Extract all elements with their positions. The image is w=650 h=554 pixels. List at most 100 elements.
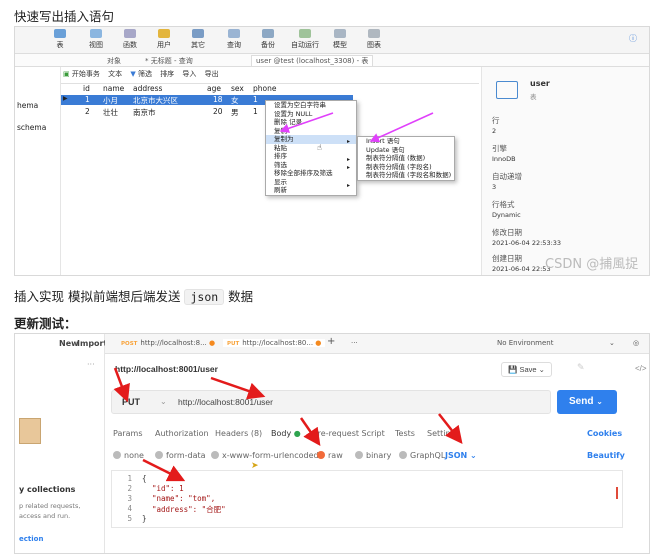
menu-item-tsv-fields[interactable]: 制表符分隔值 (字段名) — [358, 163, 454, 172]
tab-headers[interactable]: Headers (8) — [215, 429, 262, 438]
toolbar-other-button[interactable]: 其它 — [183, 29, 213, 50]
tree-item[interactable]: schema — [17, 123, 46, 132]
menu-item-update-statement[interactable]: Update 语句 — [358, 146, 454, 155]
table-cell[interactable]: 北京市大兴区 — [133, 95, 178, 106]
format-select[interactable]: JSON ⌄ — [445, 451, 477, 460]
toolbar-autorun-button[interactable]: 自动运行 — [287, 29, 323, 50]
chevron-down-icon[interactable]: ⌄ — [160, 397, 167, 406]
tab-user-table[interactable]: user @test (localhost_3308) - 表 — [251, 55, 374, 67]
menu-item-filter[interactable]: 筛选 — [266, 161, 356, 170]
data-grid: id name address age sex phone ▶ 1 小月 北京市… — [61, 83, 479, 275]
table-cell[interactable]: 女 — [231, 95, 239, 106]
tab-objects[interactable]: 对象 — [107, 56, 121, 66]
tab-authorization[interactable]: Authorization — [155, 429, 209, 438]
radio-icon — [113, 451, 121, 459]
toolbar-model-button[interactable]: 模型 — [325, 29, 355, 50]
tree-item[interactable]: hema — [17, 101, 38, 110]
info-icon[interactable]: ⓘ — [629, 33, 637, 44]
table-cell[interactable]: 壮壮 — [103, 107, 118, 118]
add-tab-icon[interactable]: + — [327, 336, 335, 347]
toolbar-view-button[interactable]: 视图 — [81, 29, 111, 50]
text-button[interactable]: 文本 — [108, 70, 122, 78]
filter-icon: ▼ — [130, 70, 136, 78]
url-input[interactable]: http://localhost:8001/user — [178, 397, 273, 407]
edit-icon[interactable]: ✎ — [577, 362, 585, 373]
toolbar-user-button[interactable]: 用户 — [149, 29, 179, 50]
tab-params[interactable]: Params — [113, 429, 143, 438]
import-button[interactable]: 导入 — [182, 70, 196, 78]
column-header[interactable]: phone — [253, 84, 276, 93]
method-select[interactable]: PUT — [122, 397, 140, 407]
new-button[interactable]: New — [59, 339, 79, 348]
menu-item-set-empty-string[interactable]: 设置为空白字符串 — [266, 101, 356, 110]
send-button[interactable]: Send ⌄ — [557, 390, 617, 414]
environment-select[interactable]: No Environment — [497, 339, 553, 347]
navicat-object-tree: hema schema — [15, 67, 61, 275]
menu-item-display[interactable]: 显示 — [266, 178, 356, 187]
menu-item-tsv-fields-data[interactable]: 制表符分隔值 (字段名和数据) — [358, 171, 454, 180]
submenu-arrow-icon: ▸ — [347, 138, 351, 145]
body-type-binary[interactable]: binary — [355, 451, 391, 460]
tab-settings[interactable]: Settings — [427, 429, 460, 438]
table-cell[interactable]: 1 — [253, 95, 258, 104]
menu-item-tsv-data[interactable]: 制表符分隔值 (数据) — [358, 154, 454, 163]
menu-item-sort[interactable]: 排序 — [266, 152, 356, 161]
toolbar-backup-button[interactable]: 备份 — [253, 29, 283, 50]
more-icon[interactable]: ··· — [87, 360, 95, 369]
menu-item-copy[interactable]: 复制 — [266, 127, 356, 136]
column-header[interactable]: name — [103, 84, 124, 93]
grid-actions: ▣ 开始事务 文本 ▼ 筛选 排序 导入 导出 — [63, 69, 219, 81]
line-number: 1 — [127, 474, 132, 483]
table-cell[interactable]: 20 — [213, 107, 223, 116]
table-cell[interactable]: 男 — [231, 107, 239, 118]
sort-button[interactable]: 排序 — [160, 70, 174, 78]
table-cell[interactable]: 1 — [253, 107, 258, 116]
request-tab-active[interactable]: PUT http://localhost:80... ● — [223, 339, 326, 347]
table-cell[interactable]: 小月 — [103, 95, 118, 106]
more-tabs-icon[interactable]: ··· — [351, 339, 358, 347]
toolbar-function-button[interactable]: 函数 — [115, 29, 145, 50]
tab-query[interactable]: * 无标题 - 查询 — [145, 56, 193, 66]
toolbar-table-button[interactable]: 表 — [45, 29, 75, 50]
body-type-raw[interactable]: raw — [317, 451, 343, 460]
prop-label: 创建日期 — [492, 254, 522, 263]
prop-value: InnoDB — [492, 155, 516, 163]
tab-body[interactable]: Body ● — [271, 429, 301, 438]
body-type-none[interactable]: none — [113, 451, 144, 460]
body-editor[interactable]: 1 2 3 4 5 { "id": 1 "name": "tom", "addr… — [111, 470, 623, 528]
toolbar-query-button[interactable]: 查询 — [219, 29, 249, 50]
request-tab[interactable]: POST http://localhost:8... ● — [121, 339, 215, 347]
export-button[interactable]: 导出 — [205, 70, 219, 78]
menu-item-paste[interactable]: 粘贴 — [266, 144, 356, 153]
create-collection-link[interactable]: ection — [19, 535, 43, 543]
menu-item-remove-sort-filter[interactable]: 移除全部排序及筛选 — [266, 169, 356, 178]
body-type-form-data[interactable]: form-data — [155, 451, 206, 460]
save-button[interactable]: 💾 Save ⌄ — [501, 362, 552, 377]
filter-button[interactable]: 筛选 — [138, 70, 152, 78]
code-icon[interactable]: </> — [635, 364, 647, 373]
toolbar-chart-button[interactable]: 图表 — [359, 29, 389, 50]
begin-transaction-button[interactable]: 开始事务 — [72, 70, 100, 78]
eye-icon[interactable]: ◎ — [633, 339, 639, 347]
menu-item-copy-as[interactable]: 复制为 — [266, 135, 356, 144]
cookies-link[interactable]: Cookies — [587, 429, 622, 438]
tab-pre-request-script[interactable]: Pre-request Script — [313, 429, 385, 438]
body-type-graphql[interactable]: GraphQL — [399, 451, 445, 460]
table-cell[interactable]: 南京市 — [133, 107, 156, 118]
column-header[interactable]: address — [133, 84, 162, 93]
menu-item-insert-statement[interactable]: Insert 语句 — [358, 137, 454, 146]
table-cell[interactable]: 18 — [213, 95, 223, 104]
menu-item-set-null[interactable]: 设置为 NULL — [266, 110, 356, 119]
table-cell[interactable]: 1 — [85, 95, 90, 104]
chevron-down-icon[interactable]: ⌄ — [609, 339, 615, 347]
column-header[interactable]: age — [207, 84, 221, 93]
menu-item-refresh[interactable]: 刷新 — [266, 186, 356, 195]
column-header[interactable]: id — [83, 84, 90, 93]
tab-tests[interactable]: Tests — [395, 429, 415, 438]
import-button[interactable]: Import — [77, 339, 107, 348]
menu-item-delete-record[interactable]: 删除 记录 — [266, 118, 356, 127]
beautify-button[interactable]: Beautify — [587, 451, 625, 460]
body-type-urlencoded[interactable]: x-www-form-urlencoded — [211, 451, 319, 460]
table-cell[interactable]: 2 — [85, 107, 90, 116]
column-header[interactable]: sex — [231, 84, 244, 93]
